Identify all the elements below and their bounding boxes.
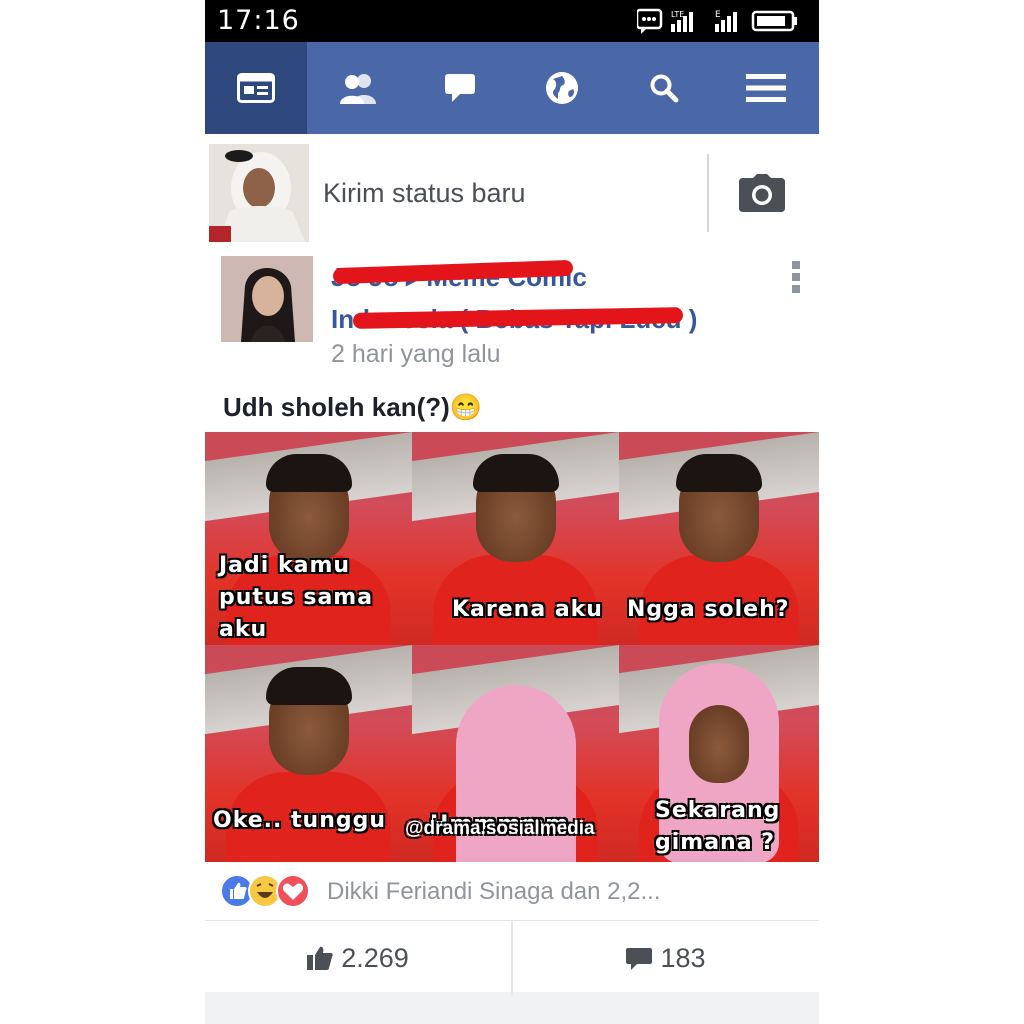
tab-messages[interactable] — [409, 42, 511, 134]
love-reaction-icon — [276, 874, 310, 908]
meme-panel: Oke.. tunggu — [205, 645, 412, 862]
author-avatar[interactable] — [221, 256, 313, 342]
reactions-summary[interactable]: Dikki Feriandi Sinaga dan 2,2... — [205, 862, 819, 921]
meme-image[interactable]: Jadi kamu putus sama aku Karena aku Ngga… — [205, 432, 819, 862]
post-actions: 2.269 183 — [205, 921, 819, 995]
tab-friends[interactable] — [307, 42, 409, 134]
post-timestamp[interactable]: 2 hari yang lalu — [331, 340, 501, 369]
svg-text:LTE: LTE — [671, 10, 684, 19]
news-feed-icon — [237, 73, 275, 103]
svg-text:E: E — [715, 10, 721, 20]
meme-panel: Sekarang gimana ? — [619, 645, 819, 862]
globe-icon — [546, 72, 578, 104]
thumbs-up-icon — [307, 946, 333, 970]
signal-lte-icon: LTE — [671, 10, 693, 32]
composer-divider — [707, 154, 709, 232]
hamburger-menu-icon — [746, 74, 786, 102]
phone-screen: 17:16 LTE E Kirim status baru Comic) 2 … — [205, 0, 819, 1024]
reactions-text[interactable]: Dikki Feriandi Sinaga dan 2,2... — [327, 878, 661, 906]
feed-post: Jo Jo ▸ Meme Comic Indonesia ( Bebas Tap… — [205, 252, 819, 995]
status-composer: Kirim status baru — [205, 134, 819, 252]
tab-search[interactable] — [613, 42, 715, 134]
search-icon — [650, 74, 679, 103]
post-caption: Udh sholeh kan(?)😁 — [223, 392, 483, 422]
panel-caption: Sekarang gimana ? — [655, 798, 781, 855]
meme-panel: Karena aku — [412, 432, 619, 645]
watermark: @drama.sosialmedia — [405, 818, 595, 839]
author-avatar-photo — [221, 256, 313, 342]
messages-icon — [445, 74, 475, 102]
panel-caption: Karena aku — [452, 597, 603, 622]
status-bar: 17:16 LTE E — [205, 0, 819, 42]
panel-caption: Jadi kamu putus sama aku — [219, 553, 374, 642]
tab-menu[interactable] — [715, 42, 817, 134]
comment-button[interactable]: 183 — [513, 921, 819, 995]
status-icons: LTE E — [637, 8, 797, 34]
like-button[interactable]: 2.269 — [205, 921, 511, 995]
camera-icon[interactable] — [739, 174, 785, 212]
message-notification-icon — [637, 8, 663, 34]
battery-icon — [751, 10, 797, 32]
user-avatar-photo — [209, 144, 309, 242]
panel-caption: Oke.. tunggu — [213, 808, 387, 833]
user-avatar[interactable] — [209, 144, 309, 242]
signal-e-icon: E — [715, 10, 737, 32]
comment-icon — [626, 948, 653, 970]
panel-caption: Ngga soleh? — [627, 597, 790, 622]
tab-news-feed[interactable] — [205, 42, 307, 134]
more-options-icon[interactable] — [791, 260, 801, 294]
meme-panel: Ngga soleh? — [619, 432, 819, 645]
reaction-icons — [221, 874, 310, 908]
facebook-nav-bar — [205, 42, 819, 134]
tab-notifications[interactable] — [511, 42, 613, 134]
friends-icon — [340, 74, 376, 104]
meme-panel: Jadi kamu putus sama aku — [205, 432, 412, 645]
clock: 17:16 — [217, 5, 300, 36]
like-count: 2.269 — [341, 942, 409, 973]
comment-count: 183 — [660, 942, 706, 973]
status-input[interactable]: Kirim status baru — [323, 178, 526, 209]
